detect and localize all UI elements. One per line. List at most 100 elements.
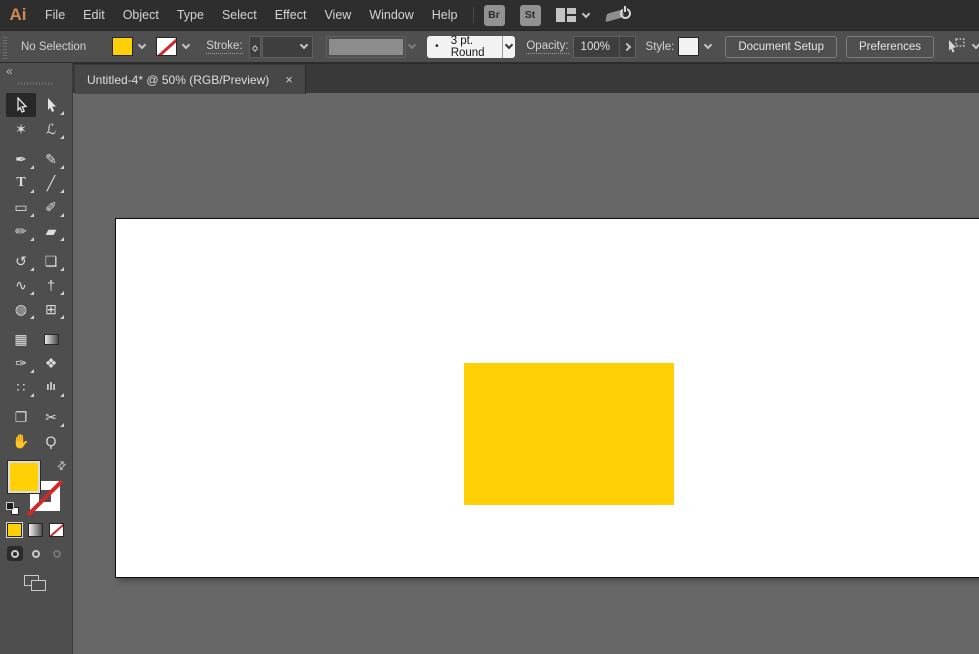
- draw-inside-button: [49, 546, 65, 561]
- menu-file[interactable]: File: [36, 0, 74, 30]
- opacity-value[interactable]: 100%: [573, 36, 619, 58]
- none-slash: [156, 37, 177, 56]
- fill-color-dropdown[interactable]: [112, 36, 150, 58]
- control-bar: No Selection Stroke: • 3 pt. Round Opaci…: [0, 30, 979, 63]
- menu-object[interactable]: Object: [114, 0, 168, 30]
- hand-tool[interactable]: ✋: [6, 429, 36, 453]
- chevron-down-icon: [704, 41, 712, 49]
- mesh-tool[interactable]: ▦: [6, 327, 36, 351]
- draw-behind-icon: [32, 550, 40, 558]
- rotate-tool[interactable]: ↺: [6, 249, 36, 273]
- artboard-tool[interactable]: ❐: [6, 405, 36, 429]
- shaper-tool[interactable]: ✏: [6, 219, 36, 243]
- draw-behind-button[interactable]: [28, 546, 44, 561]
- eyedropper-tool[interactable]: ✑: [6, 351, 36, 375]
- fill-indicator[interactable]: [8, 461, 40, 493]
- selection-arrow-icon: [15, 97, 28, 113]
- lasso-tool[interactable]: ℒ: [36, 117, 66, 141]
- curvature-tool[interactable]: ✎: [36, 147, 66, 171]
- draw-inside-icon: [53, 550, 61, 558]
- scale-tool[interactable]: ❏: [36, 249, 66, 273]
- document-tab[interactable]: Untitled-4* @ 50% (RGB/Preview) ×: [75, 65, 306, 94]
- color-mode-row: [7, 523, 65, 537]
- default-fill-square: [6, 502, 14, 510]
- shape-builder-tool[interactable]: ◍: [6, 297, 36, 321]
- width-profile-preview: [329, 39, 403, 55]
- change-screen-mode-button[interactable]: [24, 575, 48, 593]
- none-slash: [49, 523, 64, 537]
- default-fill-stroke-icon[interactable]: [6, 502, 19, 515]
- chevron-down-icon: [181, 41, 189, 49]
- color-button[interactable]: [7, 523, 22, 537]
- width-tool[interactable]: ∿: [6, 273, 36, 297]
- swap-fill-stroke-icon[interactable]: ⇄: [54, 458, 70, 474]
- stroke-label[interactable]: Stroke:: [206, 40, 242, 54]
- paintbrush-tool[interactable]: ✐: [36, 195, 66, 219]
- style-label: Style:: [646, 41, 675, 53]
- pen-tool[interactable]: ✒: [6, 147, 36, 171]
- line-segment-tool[interactable]: ╱: [36, 171, 66, 195]
- chevron-down-icon: [972, 41, 979, 49]
- panel-drag-grip[interactable]: [18, 82, 54, 85]
- gradient-button[interactable]: [28, 523, 43, 537]
- selection-tool[interactable]: [6, 93, 36, 117]
- type-tool[interactable]: T: [6, 171, 36, 195]
- eraser-tool[interactable]: ▰: [36, 219, 66, 243]
- screen-mode-front-rect: [31, 580, 46, 591]
- style-swatch: [678, 37, 699, 56]
- menu-view[interactable]: View: [315, 0, 360, 30]
- artboard[interactable]: [115, 218, 979, 578]
- zoom-tool[interactable]: Ϙ: [36, 429, 66, 453]
- menu-help[interactable]: Help: [423, 0, 467, 30]
- fill-swatch: [112, 37, 133, 56]
- cursor-preset-icon: [946, 38, 966, 55]
- chevron-down-icon: [581, 9, 589, 17]
- drawing-modes-row: [7, 546, 65, 561]
- document-setup-button[interactable]: Document Setup: [725, 36, 837, 58]
- blend-tool[interactable]: ❖: [36, 351, 66, 375]
- opacity-field[interactable]: 100%: [573, 36, 636, 58]
- brush-value: 3 pt. Round: [451, 35, 492, 59]
- chevron-down-icon: [408, 41, 416, 49]
- collapse-panel-button[interactable]: «: [6, 64, 13, 78]
- menu-bar: Ai File Edit Object Type Select Effect V…: [0, 0, 979, 30]
- opacity-label[interactable]: Opacity:: [526, 40, 568, 54]
- gradient-tool[interactable]: [36, 327, 66, 351]
- menu-effect[interactable]: Effect: [266, 0, 316, 30]
- workspace-layout-icon: [556, 8, 576, 22]
- slice-tool[interactable]: ✂: [36, 405, 66, 429]
- brush-dropdown[interactable]: • 3 pt. Round: [427, 36, 515, 58]
- stroke-width-stepper[interactable]: [249, 36, 261, 58]
- style-dropdown[interactable]: [678, 36, 716, 58]
- canvas-area[interactable]: [73, 93, 979, 654]
- rectangle-object[interactable]: [464, 363, 674, 505]
- column-graph-tool[interactable]: ılı: [36, 375, 66, 399]
- selection-preferences-dropdown[interactable]: [946, 38, 979, 55]
- magic-wand-tool[interactable]: ✶: [6, 117, 36, 141]
- preferences-button[interactable]: Preferences: [846, 36, 934, 58]
- fill-stroke-indicator: ⇄: [6, 461, 66, 515]
- direct-selection-tool[interactable]: [36, 93, 66, 117]
- menu-select[interactable]: Select: [213, 0, 266, 30]
- tab-close-icon[interactable]: ×: [285, 73, 293, 86]
- stroke-color-dropdown[interactable]: [156, 36, 194, 58]
- bridge-button[interactable]: Br: [484, 5, 505, 26]
- menu-window[interactable]: Window: [360, 0, 422, 30]
- tool-grid: ✶ ℒ ✒ ✎ T ╱ ▭ ✐ ✏ ▰ ↺ ❏ ∿ † ◍ ⊞ ▦ ✑ ❖ ∷ …: [6, 93, 66, 453]
- puppet-warp-tool[interactable]: †: [36, 273, 66, 297]
- brush-chevron[interactable]: [502, 36, 516, 58]
- menu-type[interactable]: Type: [168, 0, 213, 30]
- panel-grip[interactable]: [3, 35, 7, 59]
- rectangle-tool[interactable]: ▭: [6, 195, 36, 219]
- opacity-slider-button[interactable]: [619, 36, 636, 58]
- symbol-sprayer-tool[interactable]: ∷: [6, 375, 36, 399]
- draw-normal-button[interactable]: [7, 546, 23, 561]
- perspective-grid-tool[interactable]: ⊞: [36, 297, 66, 321]
- stroke-width-dropdown[interactable]: [262, 36, 313, 58]
- workspace-switcher[interactable]: [556, 8, 589, 22]
- chevron-down-icon: [505, 41, 513, 49]
- none-button[interactable]: [49, 523, 64, 537]
- stock-button[interactable]: St: [520, 5, 541, 26]
- menu-edit[interactable]: Edit: [74, 0, 114, 30]
- touch-workspace-icon[interactable]: [607, 5, 633, 25]
